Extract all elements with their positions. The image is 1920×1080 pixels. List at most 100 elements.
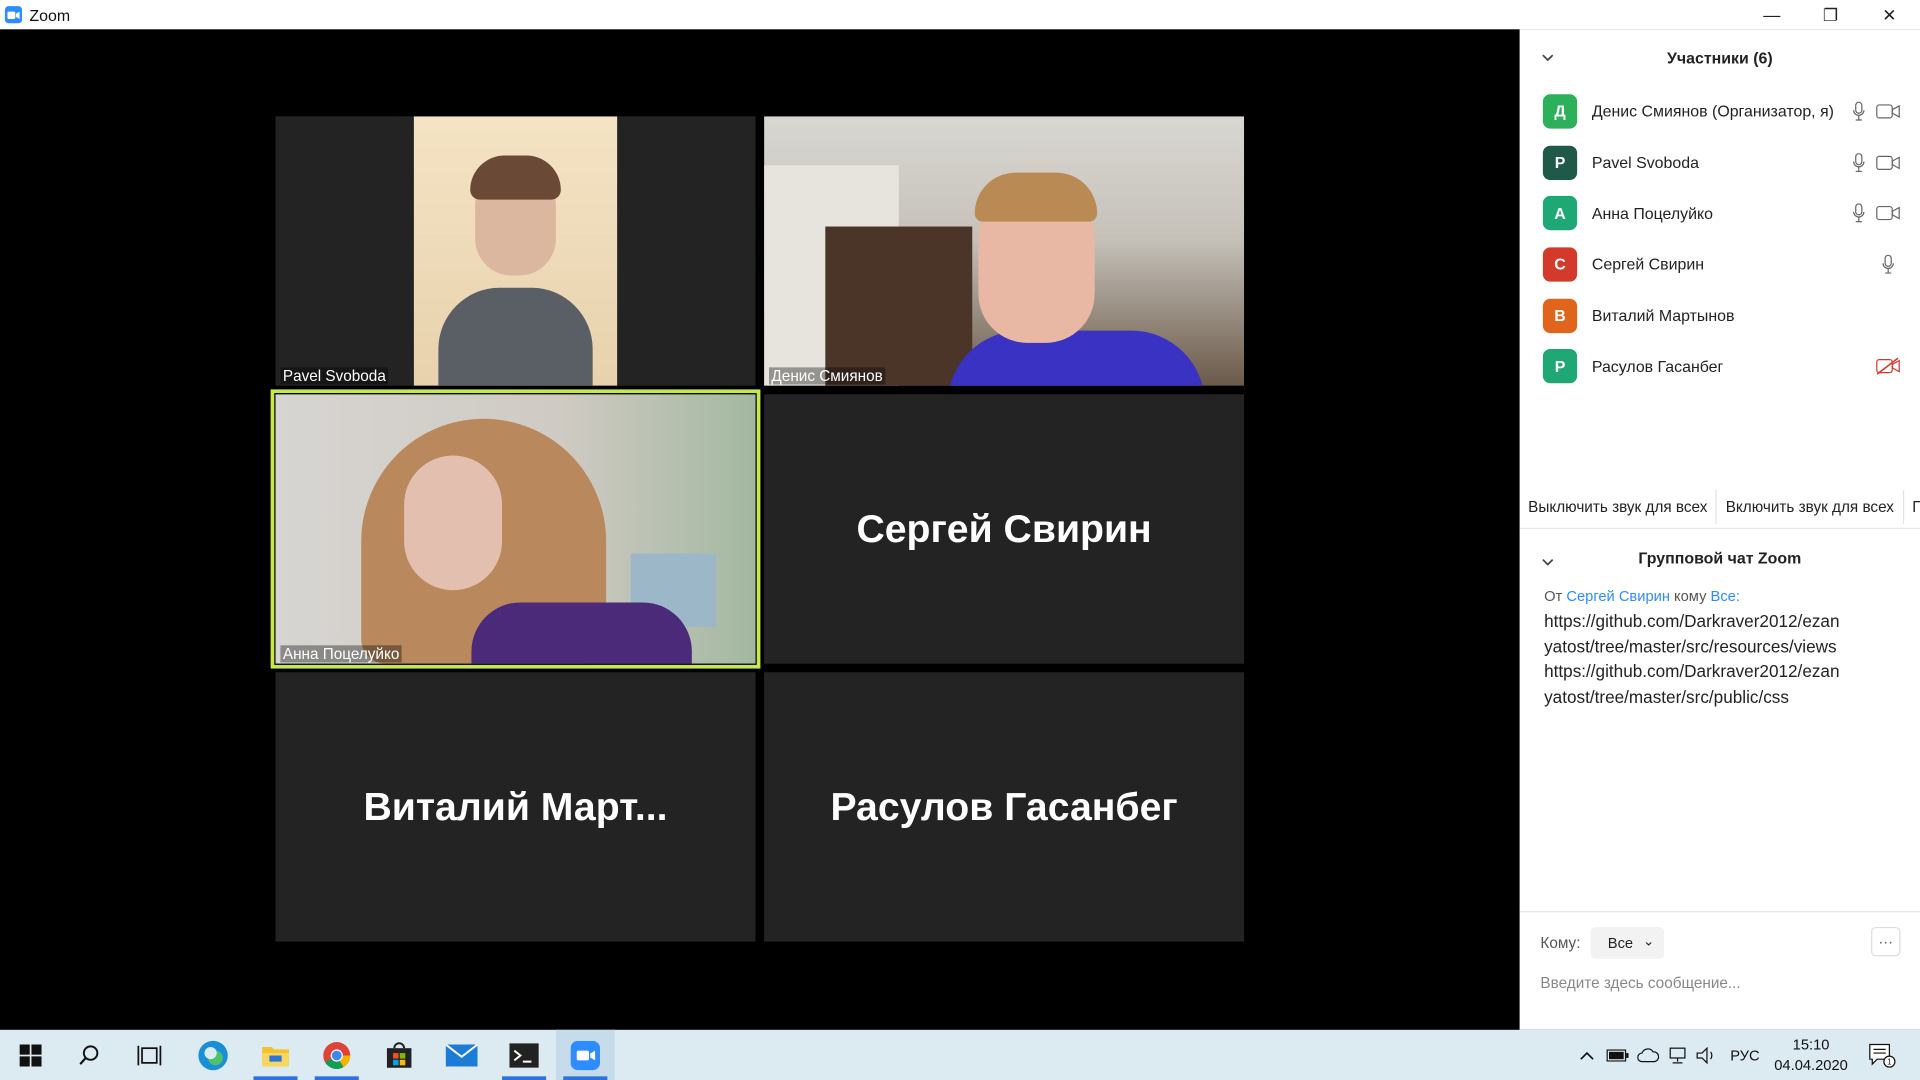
recipient-select[interactable]: Все ⌄ [1590, 926, 1665, 959]
video-grid: Pavel Svoboda Денис Смиянов Анна Поцелуй… [0, 29, 1520, 1030]
avatar: А [1542, 196, 1578, 231]
terminal-icon[interactable] [495, 1030, 554, 1080]
taskbar: РУС 15:10 04.04.2020 1 [0, 1029, 1920, 1080]
microphone-icon[interactable] [1882, 254, 1894, 275]
task-view-icon[interactable] [120, 1030, 179, 1080]
participant-row[interactable]: Д Денис Смиянов (Организатор, я) [1520, 86, 1920, 137]
message-line[interactable]: yatost/tree/master/src/resources/views [1544, 634, 1899, 659]
participants-title: Участники (6) [1666, 48, 1773, 67]
video-tile-vitaliy[interactable]: Виталий Март... [275, 672, 756, 942]
participant-name: Виталий Мартынов [1591, 306, 1735, 325]
from-prefix: От [1544, 587, 1563, 605]
search-icon[interactable] [60, 1030, 119, 1080]
avatar: Д [1542, 94, 1578, 129]
mute-all-button[interactable]: Выключить звук для всех [1520, 489, 1718, 524]
volume-icon[interactable] [1693, 1030, 1720, 1080]
participants-list: Д Денис Смиянов (Организатор, я) P Pavel Sv… [1520, 86, 1920, 392]
tile-name-label: Pavel Svoboda [280, 367, 389, 385]
tile-name-label: Денис Смиянов [768, 367, 886, 385]
battery-icon[interactable] [1604, 1030, 1631, 1080]
microphone-icon[interactable] [1853, 152, 1865, 172]
participant-row[interactable]: В Виталий Мартынов [1520, 290, 1920, 341]
window-title: Zoom [29, 5, 71, 24]
side-panel: Участники (6) Д Денис Смиянов (Организато… [1519, 29, 1920, 1030]
avatar: Р [1542, 349, 1578, 384]
participant-name: Расулов Гасанбег [1591, 357, 1724, 376]
participant-row[interactable]: Р Расулов Гасанбег [1520, 341, 1920, 392]
start-icon[interactable] [1, 1030, 60, 1080]
video-feed [275, 394, 756, 664]
clock-time: 15:10 [1792, 1035, 1830, 1054]
network-icon[interactable] [1664, 1030, 1691, 1080]
video-tile-pavel[interactable]: Pavel Svoboda [275, 116, 756, 386]
message-input[interactable] [1540, 968, 1896, 998]
tile-big-name: Сергей Свирин [856, 506, 1152, 551]
message-line[interactable]: https://github.com/Darkraver2012/ezan [1544, 659, 1899, 684]
video-tile-rasulov[interactable]: Расулов Гасанбег [764, 672, 1245, 942]
tile-name-label: Анна Поцелуйко [280, 645, 402, 663]
video-tile-denis[interactable]: Денис Смиянов [764, 116, 1245, 386]
video-camera-icon[interactable] [1876, 103, 1900, 120]
chevron-up-icon[interactable] [1575, 1030, 1599, 1080]
video-tile-sergey[interactable]: Сергей Свирин [764, 394, 1245, 664]
participant-name: Pavel Svoboda [1591, 153, 1699, 172]
chat-message-text: https://github.com/Darkraver2012/ezan ya… [1544, 609, 1899, 709]
message-line[interactable]: https://github.com/Darkraver2012/ezan [1544, 609, 1899, 634]
restore-button[interactable]: ❐ [1802, 0, 1858, 29]
more-button[interactable]: ··· [1871, 926, 1901, 957]
chrome-icon[interactable] [307, 1030, 366, 1080]
to-label: Кому: [1540, 934, 1581, 952]
tile-big-name: Виталий Март... [363, 784, 668, 829]
microphone-icon[interactable] [1853, 203, 1865, 224]
title-bar: Zoom — ❐ ✕ [0, 0, 1920, 30]
chat-message: От Сергей Свирин кому Все: https://githu… [1544, 588, 1899, 709]
language-indicator[interactable]: РУС [1724, 1030, 1766, 1080]
participant-row[interactable]: А Анна Поцелуйко [1520, 188, 1920, 239]
video-camera-icon[interactable] [1876, 205, 1900, 222]
video-tile-anna[interactable]: Анна Поцелуйко [275, 394, 756, 664]
clock-date: 04.04.2020 [1774, 1056, 1848, 1074]
chat-header: Групповой чат Zoom [1520, 534, 1920, 581]
store-icon[interactable] [370, 1030, 429, 1080]
notification-count: 1 [1887, 1057, 1892, 1066]
file-explorer-icon[interactable] [246, 1030, 305, 1080]
zoom-app-icon[interactable] [555, 1029, 615, 1080]
close-icon: ✕ [1882, 4, 1897, 24]
participant-row[interactable]: P Pavel Svoboda [1520, 137, 1920, 188]
mail-icon[interactable] [432, 1030, 491, 1080]
participants-actions: Выключить звук для всех Включить звук дл… [1519, 485, 1920, 529]
video-off-icon[interactable] [1876, 357, 1900, 376]
recipient-value: Все [1607, 934, 1634, 952]
notifications-icon[interactable]: 1 [1864, 1030, 1901, 1080]
close-button[interactable]: ✕ [1861, 0, 1917, 29]
video-feed [764, 116, 1245, 386]
microphone-icon[interactable] [1853, 101, 1865, 121]
minimize-button[interactable]: — [1744, 0, 1800, 29]
zoom-screen: Zoom — ❐ ✕ Pavel Svoboda Денис Смиянов А… [0, 0, 1920, 1080]
participant-name: Денис Смиянов (Организатор, я) [1591, 102, 1834, 121]
chat-compose: Кому: Все ⌄ ··· [1519, 911, 1920, 1030]
participants-header: Участники (6) [1520, 29, 1920, 85]
message-line[interactable]: yatost/tree/master/src/public/css [1544, 684, 1899, 709]
participant-name: Анна Поцелуйко [1591, 204, 1714, 223]
sender-link[interactable]: Сергей Свирин [1566, 588, 1670, 605]
avatar: P [1542, 145, 1578, 180]
minimize-icon: — [1763, 4, 1781, 25]
avatar: С [1542, 247, 1578, 282]
cloud-icon[interactable] [1635, 1030, 1662, 1080]
video-feed [413, 116, 618, 386]
clock[interactable]: 15:10 04.04.2020 [1763, 1035, 1859, 1077]
zoom-logo-icon [4, 6, 23, 24]
unmute-all-button[interactable]: Включить звук для всех [1717, 489, 1904, 524]
chevron-down-icon: ⌄ [1643, 934, 1655, 949]
video-camera-icon[interactable] [1876, 154, 1900, 171]
participant-row[interactable]: С Сергей Свирин [1520, 239, 1920, 290]
participant-name: Сергей Свирин [1591, 255, 1705, 274]
chat-message-meta: От Сергей Свирин кому Все: [1544, 588, 1899, 605]
chat-title: Групповой чат Zoom [1638, 548, 1802, 567]
edge-icon[interactable] [184, 1030, 243, 1080]
to-word: кому [1674, 587, 1707, 605]
more-actions-button[interactable]: П [1904, 489, 1920, 523]
recipient-link[interactable]: Все: [1711, 588, 1740, 605]
avatar: В [1542, 298, 1578, 333]
